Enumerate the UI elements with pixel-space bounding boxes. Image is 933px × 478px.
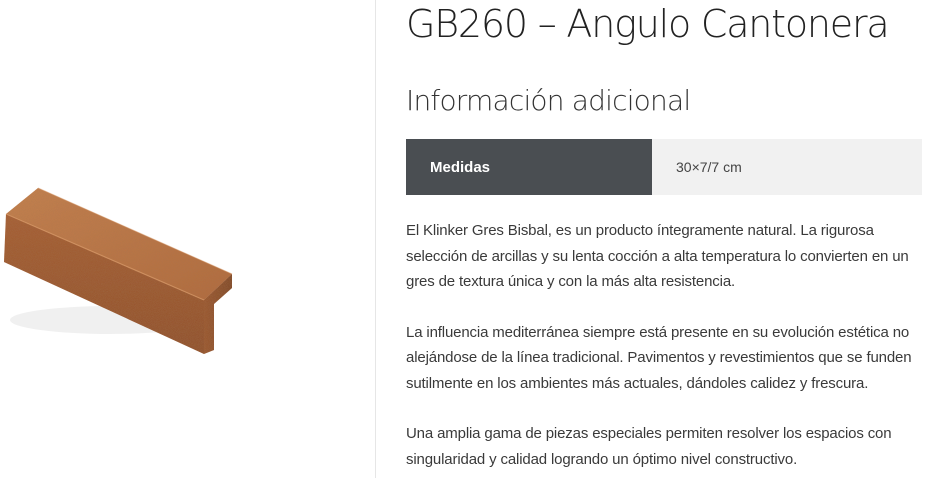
product-description: El Klinker Gres Bisbal, es un producto í… — [406, 218, 926, 478]
product-image[interactable] — [0, 0, 376, 478]
attribute-value-medidas: 30×7/7 cm — [652, 139, 922, 195]
description-paragraph: Una amplia gama de piezas especiales per… — [406, 425, 892, 468]
product-title: GB260 – Angulo Cantonera — [406, 2, 890, 46]
product-image-panel — [0, 0, 376, 478]
description-paragraph: La influencia mediterránea siempre está … — [406, 323, 912, 392]
attributes-table: Medidas 30×7/7 cm — [406, 139, 922, 195]
product-info-panel: GB260 – Angulo Cantonera Información adi… — [406, 0, 926, 478]
attribute-label-medidas: Medidas — [406, 139, 652, 195]
additional-info-heading: Información adicional — [406, 84, 691, 117]
description-paragraph: El Klinker Gres Bisbal, es un producto í… — [406, 222, 909, 290]
